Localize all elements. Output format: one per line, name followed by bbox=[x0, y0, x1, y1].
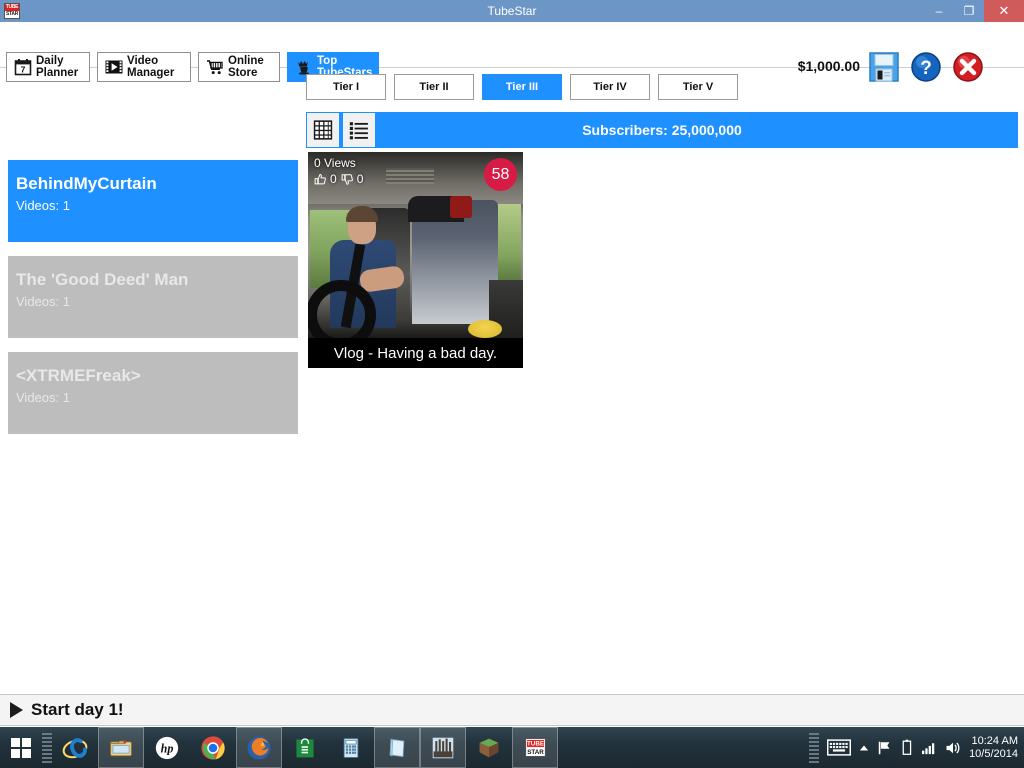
play-triangle-icon bbox=[10, 702, 23, 718]
channel-video-count: Videos: 1 bbox=[16, 294, 70, 309]
taskbar-item-mozilla-firefox[interactable] bbox=[236, 727, 282, 768]
window-title: TubeStar bbox=[487, 4, 537, 18]
app-window: TUBESTAR TubeStar – ❐ ✕ 7 Daily Planner bbox=[0, 0, 1024, 768]
svg-text:7: 7 bbox=[21, 64, 26, 74]
daily-planner-label: Daily Planner bbox=[36, 55, 79, 79]
file-explorer-icon bbox=[109, 736, 133, 760]
tier-tab-bar: Tier I Tier II Tier III Tier IV Tier V bbox=[306, 74, 738, 100]
video-dislikes: 0 bbox=[341, 172, 364, 186]
svg-text:?: ? bbox=[920, 58, 932, 79]
taskbar-item-hp[interactable]: hp bbox=[144, 727, 190, 768]
hp-icon: hp bbox=[154, 735, 180, 761]
channel-name: The 'Good Deed' Man bbox=[16, 270, 189, 289]
notepad-icon bbox=[385, 736, 409, 760]
taskbar-item-calculator[interactable] bbox=[328, 727, 374, 768]
mozilla-firefox-icon bbox=[246, 735, 272, 761]
video-likes: 0 bbox=[314, 172, 337, 186]
question-mark-help-icon[interactable]: ? bbox=[910, 51, 942, 83]
svg-text:hp: hp bbox=[161, 741, 174, 755]
channel-video-count: Videos: 1 bbox=[16, 198, 70, 213]
tray-grip-handle[interactable] bbox=[809, 732, 820, 763]
wifi-signal-icon[interactable] bbox=[921, 741, 937, 755]
film-strip-icon bbox=[105, 58, 123, 76]
close-button[interactable]: ✕ bbox=[984, 0, 1024, 22]
title-bar: TUBE STAR TubeStar – ❐ ✕ bbox=[0, 0, 1024, 22]
minimize-button[interactable]: – bbox=[924, 0, 954, 22]
video-card[interactable]: 0 Views 0 0 58 Vlog - Having a bad day. bbox=[308, 152, 523, 368]
tab-tier-1[interactable]: Tier I bbox=[306, 74, 386, 100]
window-controls: – ❐ ✕ bbox=[924, 0, 1024, 22]
video-dislike-count: 0 bbox=[356, 172, 364, 186]
start-day-label: Start day 1! bbox=[31, 700, 124, 719]
taskbar-item-minecraft[interactable] bbox=[466, 727, 512, 768]
channel-header-bar: Subscribers: 25,000,000 bbox=[306, 112, 1018, 148]
thumbs-up-icon bbox=[314, 173, 327, 186]
taskbar-item-tubestar[interactable]: TUBE STAR bbox=[512, 727, 558, 768]
battery-icon[interactable] bbox=[901, 739, 913, 756]
tubestar-icon: TUBE STAR bbox=[523, 735, 548, 760]
taskbar-item-google-chrome[interactable] bbox=[190, 727, 236, 768]
channel-name: BehindMyCurtain bbox=[16, 174, 157, 193]
tab-tier-3[interactable]: Tier III bbox=[482, 74, 562, 100]
video-manager-label: Video Manager bbox=[127, 55, 175, 79]
channel-list-item[interactable]: <XTRMEFreak> Videos: 1 bbox=[8, 352, 298, 434]
volume-speaker-icon[interactable] bbox=[945, 741, 961, 755]
clock-date: 10/5/2014 bbox=[969, 747, 1018, 760]
internet-explorer-icon bbox=[62, 735, 88, 761]
video-title: Vlog - Having a bad day. bbox=[308, 338, 523, 368]
subscriber-count: Subscribers: 25,000,000 bbox=[582, 122, 742, 138]
taskbar-item-windows-store[interactable] bbox=[282, 727, 328, 768]
google-chrome-icon bbox=[200, 735, 226, 761]
tab-tier-5[interactable]: Tier V bbox=[658, 74, 738, 100]
money-balance: $1,000.00 bbox=[797, 58, 860, 74]
svg-text:STAR: STAR bbox=[527, 749, 544, 756]
maximize-button[interactable]: ❐ bbox=[954, 0, 984, 22]
floppy-disk-save-icon[interactable] bbox=[868, 51, 900, 83]
calculator-icon bbox=[339, 736, 363, 760]
windows-store-icon bbox=[293, 736, 317, 760]
clock-time: 10:24 AM bbox=[971, 734, 1018, 747]
main-toolbar: 7 Daily Planner Video Manager Online Sto… bbox=[0, 22, 1024, 82]
thumbs-down-icon bbox=[341, 173, 354, 186]
taskbar-item-file-explorer[interactable] bbox=[98, 727, 144, 768]
tab-tier-2[interactable]: Tier II bbox=[394, 74, 474, 100]
on-screen-keyboard-icon[interactable] bbox=[827, 739, 852, 756]
taskbar-item-notepad[interactable] bbox=[374, 727, 420, 768]
show-hidden-icons-chevron[interactable] bbox=[859, 743, 869, 753]
factory-icon bbox=[431, 736, 455, 760]
online-store-button[interactable]: Online Store bbox=[198, 52, 280, 82]
channel-name: <XTRMEFreak> bbox=[16, 366, 141, 385]
channel-list: BehindMyCurtain Videos: 1 The 'Good Deed… bbox=[8, 160, 298, 448]
windows-start-icon[interactable] bbox=[0, 727, 42, 768]
online-store-label: Online Store bbox=[228, 55, 264, 79]
video-like-count: 0 bbox=[330, 172, 337, 186]
start-day-bar[interactable]: Start day 1! bbox=[0, 694, 1024, 726]
taskbar-grip-handle[interactable] bbox=[42, 732, 52, 763]
taskbar-clock[interactable]: 10:24 AM 10/5/2014 bbox=[969, 735, 1018, 761]
taskbar-item-factory-game[interactable] bbox=[420, 727, 466, 768]
shopping-cart-icon bbox=[206, 58, 224, 76]
windows-taskbar: hp TUBE STAR 10:24 AM 10/5/2014 bbox=[0, 727, 1024, 768]
daily-planner-button[interactable]: 7 Daily Planner bbox=[6, 52, 90, 82]
channel-video-count: Videos: 1 bbox=[16, 390, 70, 405]
svg-text:TUBE: TUBE bbox=[526, 741, 543, 748]
action-center-flag-icon[interactable] bbox=[877, 740, 893, 756]
calendar-icon: 7 bbox=[14, 58, 32, 76]
minecraft-grass-block-icon bbox=[477, 736, 501, 760]
video-score-badge: 58 bbox=[484, 158, 517, 191]
video-manager-button[interactable]: Video Manager bbox=[97, 52, 191, 82]
system-tray: 10:24 AM 10/5/2014 bbox=[809, 727, 1024, 768]
channel-list-item[interactable]: BehindMyCurtain Videos: 1 bbox=[8, 160, 298, 242]
channel-list-item[interactable]: The 'Good Deed' Man Videos: 1 bbox=[8, 256, 298, 338]
taskbar-item-internet-explorer[interactable] bbox=[52, 727, 98, 768]
tab-tier-4[interactable]: Tier IV bbox=[570, 74, 650, 100]
red-x-close-icon[interactable] bbox=[952, 51, 984, 83]
